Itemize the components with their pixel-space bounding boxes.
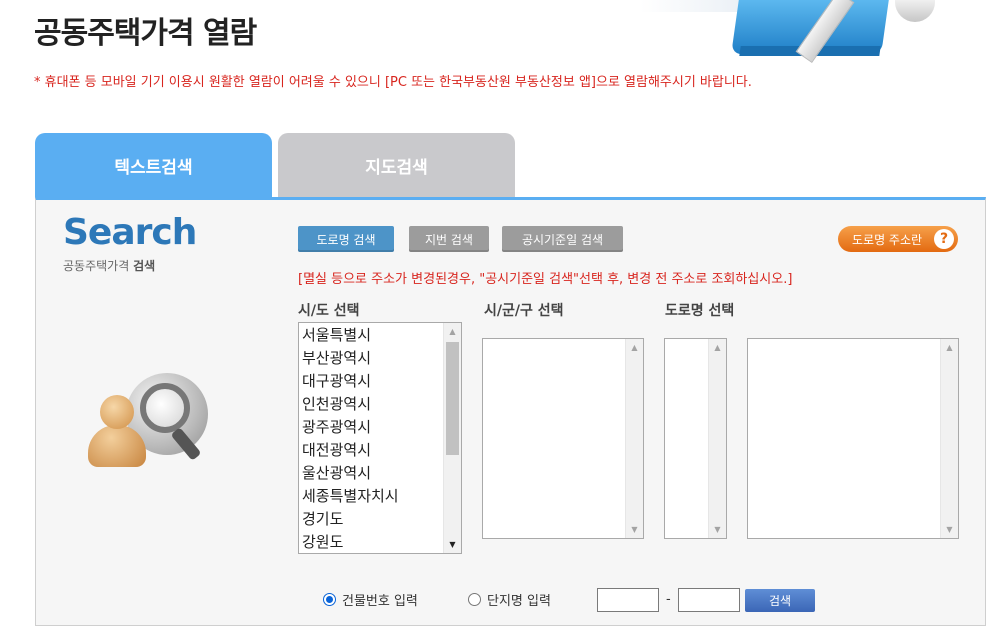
sido-options: 서울특별시 부산광역시 대구광역시 인천광역시 광주광역시 대전광역시 울산광역시 세종특별자… — [301, 324, 443, 553]
scroll-up-arrow-icon[interactable]: ▲ — [444, 323, 461, 340]
scroll-up-arrow-icon[interactable]: ▲ — [941, 339, 958, 356]
complex-name-radio[interactable]: 단지명 입력 — [468, 590, 551, 609]
road-initial-listbox[interactable]: ▲ ▼ — [664, 338, 727, 539]
sido-option[interactable]: 광주광역시 — [301, 416, 443, 439]
lot-number-search-button[interactable]: 지번 검색 — [409, 226, 489, 252]
tab-text-search[interactable]: 텍스트검색 — [35, 133, 272, 197]
building-sub-number-input[interactable] — [678, 588, 740, 612]
address-change-warning: [멸실 등으로 주소가 변경된경우, "공시기준일 검색"선택 후, 변경 전 … — [298, 272, 793, 287]
sido-option[interactable]: 강원도 — [301, 531, 443, 553]
road-name-search-button[interactable]: 도로명 검색 — [298, 226, 394, 252]
building-number-radio-label: 건물번호 입력 — [342, 594, 418, 609]
sido-listbox[interactable]: 서울특별시 부산광역시 대구광역시 인천광역시 광주광역시 대전광역시 울산광역시 세종특별자… — [298, 322, 462, 554]
sigungu-select-label: 시/군/구 선택 — [484, 303, 564, 319]
sido-option[interactable]: 인천광역시 — [301, 393, 443, 416]
road-initial-scrollbar[interactable]: ▲ ▼ — [708, 339, 726, 538]
scroll-thumb[interactable] — [446, 342, 459, 455]
mobile-notice: * 휴대폰 등 모바일 기기 이용시 원활한 열람이 어려울 수 있으니 [PC… — [34, 75, 752, 90]
search-button[interactable]: 검색 — [745, 589, 815, 612]
sido-option[interactable]: 부산광역시 — [301, 347, 443, 370]
person-magnifier-illustration — [88, 365, 218, 475]
scroll-down-arrow-icon[interactable]: ▼ — [941, 521, 958, 538]
sido-option[interactable]: 세종특별자치시 — [301, 485, 443, 508]
scroll-up-arrow-icon[interactable]: ▲ — [709, 339, 726, 356]
header-decoration-image — [640, 0, 970, 66]
scroll-down-arrow-icon[interactable]: ▼ — [709, 521, 726, 538]
question-icon: ? — [934, 229, 954, 249]
building-number-radio[interactable]: 건물번호 입력 — [323, 590, 418, 609]
logo-subtitle-plain: 공동주택가격 — [63, 259, 134, 273]
sido-option[interactable]: 대구광역시 — [301, 370, 443, 393]
tab-map-search[interactable]: 지도검색 — [278, 133, 515, 197]
radio-selected-icon[interactable] — [323, 593, 336, 606]
sido-scrollbar[interactable]: ▲ ▼ — [443, 323, 461, 553]
sido-option[interactable]: 대전광역시 — [301, 439, 443, 462]
building-main-number-input[interactable] — [597, 588, 659, 612]
search-logo-subtitle: 공동주택가격 검색 — [63, 257, 155, 274]
sido-select-label: 시/도 선택 — [298, 303, 360, 319]
complex-name-radio-label: 단지명 입력 — [487, 594, 551, 609]
sigungu-listbox[interactable]: ▲ ▼ — [482, 338, 644, 539]
page-title: 공동주택가격 열람 — [34, 16, 257, 51]
road-address-help-label: 도로명 주소란 — [852, 232, 923, 247]
radio-unselected-icon[interactable] — [468, 593, 481, 606]
search-logo-title: Search — [63, 212, 197, 253]
scroll-down-arrow-icon[interactable]: ▼ — [444, 536, 461, 553]
road-name-listbox[interactable]: ▲ ▼ — [747, 338, 959, 539]
road-address-help-button[interactable]: 도로명 주소란 ? — [838, 226, 958, 252]
road-select-label: 도로명 선택 — [665, 303, 735, 319]
road-name-scrollbar[interactable]: ▲ ▼ — [940, 339, 958, 538]
sido-option[interactable]: 서울특별시 — [301, 324, 443, 347]
scroll-up-arrow-icon[interactable]: ▲ — [626, 339, 643, 356]
sido-option[interactable]: 울산광역시 — [301, 462, 443, 485]
logo-subtitle-bold: 검색 — [133, 259, 156, 273]
announcement-date-search-button[interactable]: 공시기준일 검색 — [502, 226, 623, 252]
scroll-down-arrow-icon[interactable]: ▼ — [626, 521, 643, 538]
sigungu-scrollbar[interactable]: ▲ ▼ — [625, 339, 643, 538]
sido-option[interactable]: 경기도 — [301, 508, 443, 531]
number-separator: - — [666, 592, 671, 607]
